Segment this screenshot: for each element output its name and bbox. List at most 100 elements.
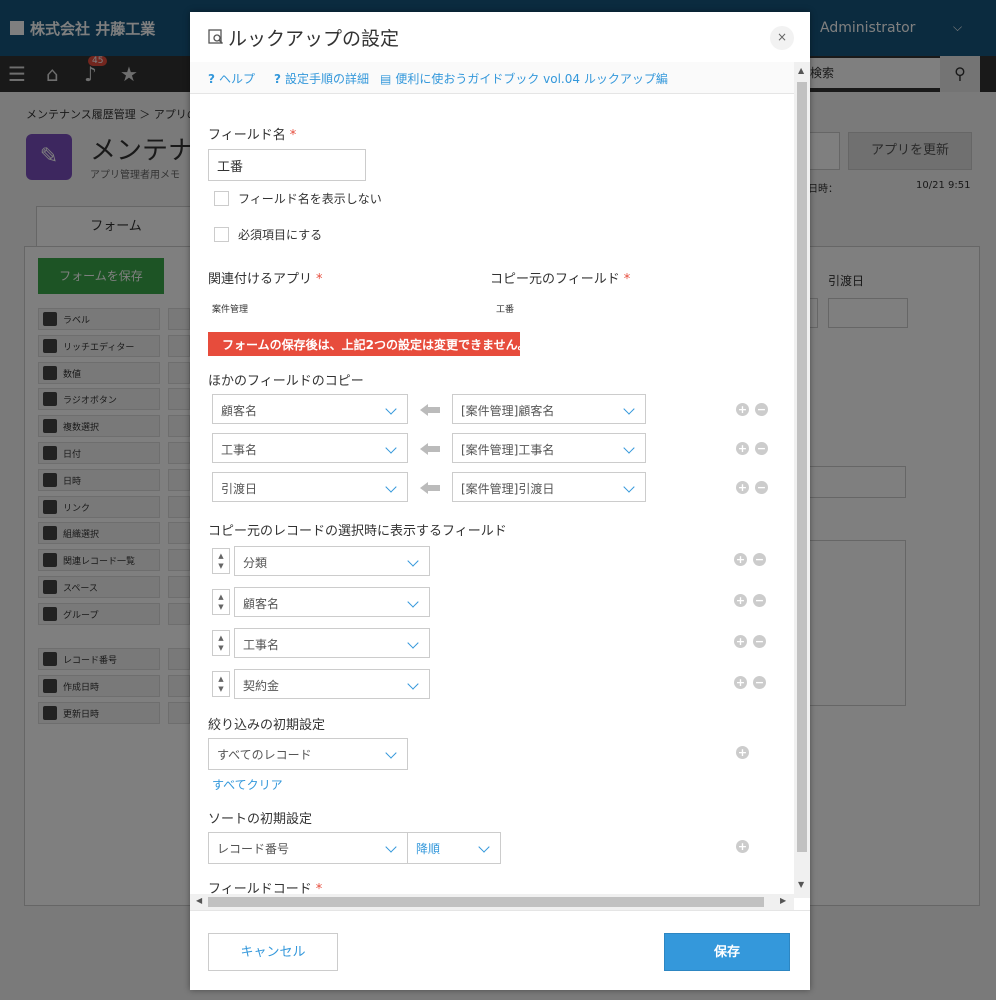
display-field-select[interactable]: 顧客名: [234, 587, 430, 617]
copy-src-select-value: [案件管理]工事名: [461, 443, 555, 457]
copy-dest-select[interactable]: 工事名: [212, 433, 408, 463]
copy-dest-select[interactable]: 顧客名: [212, 394, 408, 424]
help-link[interactable]: ? ヘルプ: [208, 70, 255, 87]
chevron-down-icon: [407, 555, 421, 569]
dialog-body: フィールド名 * 工番 フィールド名を表示しない 必須項目にする 関連付けるアプリ…: [190, 94, 795, 902]
question-icon: ?: [208, 72, 215, 86]
sort-order-value: 降順: [416, 842, 441, 856]
add-row-icon[interactable]: +: [734, 594, 747, 607]
sort-label: ソートの初期設定: [208, 812, 313, 827]
related-app-label: 関連付けるアプリ: [208, 272, 313, 287]
required-label: 必須項目にする: [238, 228, 323, 242]
copy-src-select[interactable]: [案件管理]工事名: [452, 433, 646, 463]
add-row-icon[interactable]: +: [734, 676, 747, 689]
remove-row-icon[interactable]: −: [753, 676, 766, 689]
source-field-value: 工番: [496, 305, 515, 315]
sort-field-select[interactable]: レコード番号: [208, 832, 408, 864]
display-field-select[interactable]: 分類: [234, 546, 430, 576]
remove-row-icon[interactable]: −: [755, 481, 768, 494]
arrow-left-icon: [420, 442, 442, 456]
copy-dest-select-value: 顧客名: [221, 404, 258, 418]
dialog-header: ルックアップの設定 ×: [190, 12, 810, 62]
horizontal-scrollbar[interactable]: ◀ ▶: [190, 894, 794, 910]
remove-row-icon[interactable]: −: [755, 442, 768, 455]
save-button[interactable]: 保存: [664, 933, 790, 971]
scroll-right-icon[interactable]: ▶: [780, 896, 786, 905]
help-links: ? ヘルプ ? 設定手順の詳細 ▤ 便利に使おうガイドブック vol.04 ルックアッ…: [190, 62, 795, 94]
display-field-select-value: 契約金: [243, 679, 280, 693]
source-field-section: コピー元のフィールド *: [490, 268, 630, 287]
required-mark: *: [289, 128, 297, 143]
remove-row-icon[interactable]: −: [753, 594, 766, 607]
hide-field-name-checkbox[interactable]: [214, 191, 229, 206]
add-row-icon[interactable]: +: [736, 481, 749, 494]
arrow-left-icon: [420, 481, 442, 495]
cancel-button[interactable]: キャンセル: [208, 933, 338, 971]
display-field-select[interactable]: 工事名: [234, 628, 430, 658]
reorder-handle[interactable]: ▲ ▼: [212, 671, 230, 697]
scroll-thumb[interactable]: [208, 897, 764, 907]
chevron-down-icon: [623, 403, 637, 417]
help-link-label: ヘルプ: [218, 72, 255, 86]
field-name-section: フィールド名 *: [208, 124, 296, 143]
display-field-select[interactable]: 契約金: [234, 669, 430, 699]
scroll-down-icon[interactable]: ▼: [798, 880, 804, 889]
display-fields-label: コピー元のレコードの選択時に表示するフィールド: [208, 524, 507, 539]
chevron-down-icon: [385, 481, 399, 495]
copy-src-select[interactable]: [案件管理]顧客名: [452, 394, 646, 424]
chevron-down-icon: [385, 841, 399, 855]
display-field-select-value: 顧客名: [243, 597, 280, 611]
scroll-thumb[interactable]: [797, 82, 807, 852]
copy-dest-select-value: 工事名: [221, 443, 258, 457]
chevron-down-icon: [385, 403, 399, 417]
hide-field-name-label: フィールド名を表示しない: [238, 192, 382, 206]
scroll-left-icon[interactable]: ◀: [196, 896, 202, 905]
add-sort-icon[interactable]: +: [736, 840, 749, 853]
guidebook-link-label: 便利に使おうガイドブック vol.04 ルックアップ編: [395, 72, 668, 86]
document-icon: ▤: [380, 72, 392, 86]
guidebook-link[interactable]: ▤ 便利に使おうガイドブック vol.04 ルックアップ編: [380, 70, 668, 87]
lookup-icon: [208, 29, 224, 45]
add-filter-icon[interactable]: +: [736, 746, 749, 759]
reorder-handle[interactable]: ▲ ▼: [212, 548, 230, 574]
copy-dest-select[interactable]: 引渡日: [212, 472, 408, 502]
close-button[interactable]: ×: [770, 26, 794, 50]
reorder-handle[interactable]: ▲ ▼: [212, 630, 230, 656]
sort-field-value: レコード番号: [217, 842, 290, 856]
required-option[interactable]: 必須項目にする: [214, 226, 322, 244]
question-icon: ?: [274, 72, 281, 86]
add-row-icon[interactable]: +: [734, 553, 747, 566]
remove-row-icon[interactable]: −: [755, 403, 768, 416]
copy-fields-label: ほかのフィールドのコピー: [208, 374, 364, 389]
copy-dest-select-value: 引渡日: [221, 482, 258, 496]
reorder-handle[interactable]: ▲ ▼: [212, 589, 230, 615]
hide-field-name-option[interactable]: フィールド名を表示しない: [214, 190, 382, 208]
copy-src-select-value: [案件管理]顧客名: [461, 404, 555, 418]
field-name-label: フィールド名: [208, 128, 286, 143]
copy-src-select-value: [案件管理]引渡日: [461, 482, 555, 496]
filter-label: 絞り込みの初期設定: [208, 718, 326, 733]
related-app-section: 関連付けるアプリ *: [208, 268, 323, 287]
remove-row-icon[interactable]: −: [753, 635, 766, 648]
sort-order-select[interactable]: 降順: [407, 832, 501, 864]
vertical-scrollbar[interactable]: ▲ ▼: [794, 62, 810, 898]
dialog-title: ルックアップの設定: [228, 28, 400, 50]
source-field-label: コピー元のフィールド: [490, 272, 620, 287]
add-row-icon[interactable]: +: [734, 635, 747, 648]
copy-src-select[interactable]: [案件管理]引渡日: [452, 472, 646, 502]
filter-select[interactable]: すべてのレコード: [208, 738, 408, 770]
add-row-icon[interactable]: +: [736, 403, 749, 416]
scroll-up-icon[interactable]: ▲: [798, 66, 804, 75]
remove-row-icon[interactable]: −: [753, 553, 766, 566]
chevron-down-icon: [478, 841, 492, 855]
field-name-input[interactable]: 工番: [208, 149, 366, 181]
clear-all-link[interactable]: すべてクリア: [212, 776, 283, 793]
chevron-down-icon: [407, 678, 421, 692]
chevron-down-icon: [385, 747, 399, 761]
filter-value: すべてのレコード: [217, 748, 312, 762]
add-row-icon[interactable]: +: [736, 442, 749, 455]
chevron-down-icon: [623, 442, 637, 456]
required-checkbox[interactable]: [214, 227, 229, 242]
setup-steps-link[interactable]: ? 設定手順の詳細: [274, 70, 369, 87]
warning-message: フォームの保存後は、上記2つの設定は変更できません。: [208, 332, 530, 356]
